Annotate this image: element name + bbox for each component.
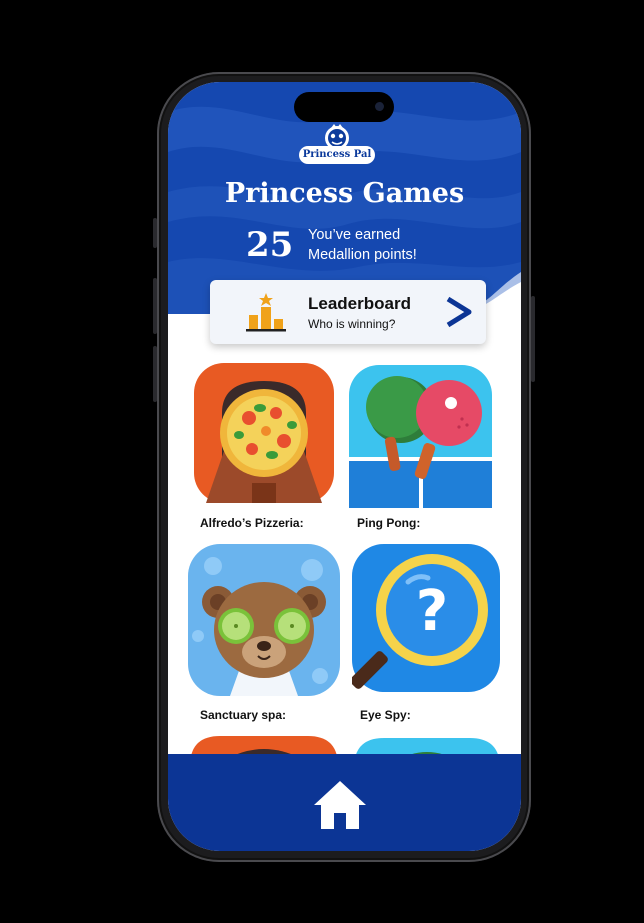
logo-text: Princess Pal <box>299 146 375 164</box>
hero-header: Princess Pal Princess Games 25 You’ve ea… <box>168 82 521 382</box>
game-tile-sanctuary-spa[interactable]: Sanctuary spa: <box>188 544 348 722</box>
app-screen: Princess Pal Princess Games 25 You’ve ea… <box>168 82 521 851</box>
leaderboard-button[interactable]: Leaderboard Who is winning? <box>210 280 486 344</box>
phone-side-button-mute <box>153 218 157 248</box>
game-tile-pizzeria[interactable]: Alfredo’s Pizzeria: <box>194 363 354 530</box>
game-label-ping-pong: Ping Pong: <box>357 516 421 530</box>
medallion-points-text: You’ve earned Medallion points! <box>308 225 448 265</box>
princess-pal-logo: Princess Pal <box>299 122 375 170</box>
phone-side-button-volume-down <box>153 346 157 402</box>
camera-icon <box>375 102 384 111</box>
points-text-line2: Medallion points! <box>308 247 417 263</box>
game-label-eye-spy: Eye Spy: <box>360 708 411 722</box>
spa-bear-icon <box>188 544 340 696</box>
leaderboard-subtitle: Who is winning? <box>308 317 396 331</box>
home-icon[interactable] <box>312 779 368 831</box>
magnifier-question-icon: ? <box>352 544 500 692</box>
game-tile-ping-pong[interactable]: Ping Pong: <box>349 365 509 530</box>
game-label-sanctuary-spa: Sanctuary spa: <box>200 708 287 722</box>
podium-icon <box>246 293 286 332</box>
leaderboard-title: Leaderboard <box>308 294 411 313</box>
chevron-right-icon <box>446 296 472 328</box>
medallion-points-value: 25 <box>246 225 294 265</box>
pizza-icon <box>194 363 334 503</box>
points-text-line1: You’ve earned <box>308 227 401 243</box>
svg-text:?: ? <box>416 579 448 644</box>
game-label-pizzeria: Alfredo’s Pizzeria: <box>200 516 304 530</box>
page-title: Princess Games <box>224 178 465 209</box>
game-tile-eye-spy[interactable]: ? Eye Spy: <box>352 544 512 722</box>
phone-side-button-power <box>531 296 535 382</box>
ping-pong-icon <box>349 365 492 508</box>
phone-side-button-volume-up <box>153 278 157 334</box>
dynamic-island <box>294 92 394 122</box>
bottom-tab-bar <box>168 754 521 851</box>
